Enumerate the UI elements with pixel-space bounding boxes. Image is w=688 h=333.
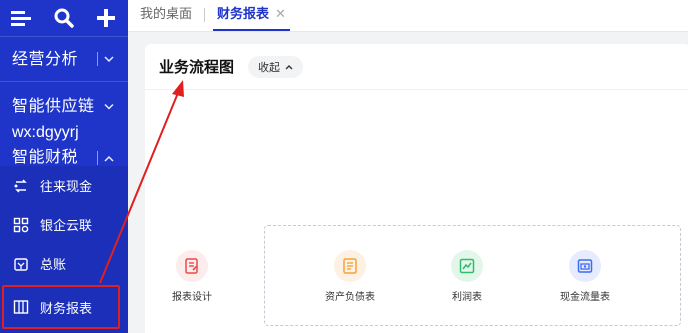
tab-bar: 我的桌面 财务报表 ✕ [128,0,688,32]
tab-label: 财务报表 [217,6,270,21]
flow-node-label: 利润表 [452,292,482,303]
flow-node-cash-flow-statement[interactable]: 现金流量表 [550,250,620,303]
sidebar-section-business-analysis[interactable]: 经营分析 [0,36,128,82]
collapse-label: 收起 [258,61,281,74]
overlay-watermark-text: wx:dgyyrj [12,124,79,141]
sidebar-item-cash[interactable]: 往来现金 [0,166,128,205]
report-book-icon [12,298,30,316]
sidebar-section-supply-chain[interactable]: 智能供应链 [0,92,128,122]
sidebar-toolbar [0,0,128,36]
sidebar-item-label: 财务报表 [40,300,93,316]
report-design-icon [176,250,208,282]
cash-flow-statement-icon [569,250,601,282]
page-title: 业务流程图 [159,59,235,76]
bank-link-icon [12,216,30,234]
sidebar-submenu: 往来现金 银企云联 总账 财务报表 [0,166,128,333]
ledger-icon [12,255,30,273]
close-icon[interactable]: ✕ [275,6,286,21]
tab-label: 我的桌面 [140,6,193,21]
sidebar: 经营分析 智能供应链 wx:dgyyrj 智能财税 往来现金 银企云联 总账 财… [0,0,128,333]
tab-my-desktop[interactable]: 我的桌面 [128,0,204,31]
sidebar-item-label: 往来现金 [40,179,93,194]
sidebar-item-bank[interactable]: 银企云联 [0,205,128,244]
sidebar-item-financial-report[interactable]: 财务报表 [2,285,120,329]
sidebar-section-label: 智能财税 [12,149,79,166]
search-icon[interactable] [54,8,74,28]
chevron-down-icon [97,52,114,66]
chevron-down-icon [104,103,114,111]
cash-flow-icon [12,177,30,195]
flow-node-label: 现金流量表 [560,292,610,303]
flow-node-label: 资产负债表 [325,292,375,303]
sidebar-item-label: 总账 [40,257,67,272]
balance-sheet-icon [334,250,366,282]
flow-node-balance-sheet[interactable]: 资产负债表 [315,250,385,303]
tab-financial-report[interactable]: 财务报表 ✕ [205,0,298,31]
sidebar-item-label: 银企云联 [40,218,93,233]
sidebar-section-label: 经营分析 [12,51,79,68]
flow-node-label: 报表设计 [172,292,212,303]
chevron-up-icon [285,64,293,69]
card-header: 业务流程图 收起 [145,44,688,90]
collapse-button[interactable]: 收起 [248,55,304,78]
plus-icon[interactable] [96,8,116,28]
sidebar-section-label: 智能供应链 [12,98,95,115]
sidebar-item-ledger[interactable]: 总账 [0,244,128,283]
menu-icon[interactable] [10,9,32,27]
flow-node-report-design[interactable]: 报表设计 [157,250,227,303]
flow-node-profit-statement[interactable]: 利润表 [432,250,502,303]
chevron-up-icon [97,151,114,165]
profit-chart-icon [451,250,483,282]
